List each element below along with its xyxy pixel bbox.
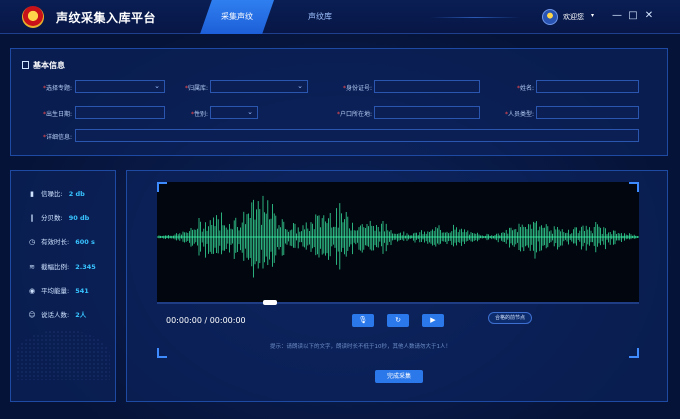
stat-clip-ratio: ≋ 截幅比例: 2.345 bbox=[29, 263, 96, 271]
playback-progress-track[interactable] bbox=[157, 302, 639, 304]
birth-date-input[interactable] bbox=[75, 106, 165, 119]
frame-corner-br bbox=[629, 348, 639, 358]
id-number-input[interactable] bbox=[374, 80, 480, 93]
record-button[interactable]: 🎙 bbox=[352, 314, 374, 327]
maximize-icon[interactable]: □ bbox=[626, 9, 640, 23]
name-label: *姓名: bbox=[516, 85, 534, 92]
birth-date-label: *出生日期: bbox=[42, 111, 72, 118]
household-label: *户口所在地: bbox=[336, 111, 372, 118]
chevron-down-icon: ⌄ bbox=[247, 108, 253, 116]
waveform-display bbox=[157, 182, 639, 302]
chevron-down-icon[interactable]: ▾ bbox=[591, 12, 594, 19]
details-input[interactable] bbox=[75, 129, 639, 142]
name-input[interactable] bbox=[536, 80, 639, 93]
topic-select[interactable]: ⌄ bbox=[75, 80, 165, 93]
person-type-input[interactable] bbox=[536, 106, 639, 119]
tab-collect-voiceprint[interactable]: 采集声纹 bbox=[200, 0, 274, 34]
frame-corner-bl bbox=[157, 348, 167, 358]
topic-label: *选择专题: bbox=[42, 85, 72, 92]
frame-corner-tr bbox=[629, 182, 639, 192]
chevron-down-icon: ⌄ bbox=[297, 82, 303, 90]
play-icon: ▶ bbox=[430, 316, 436, 324]
playback-progress-handle[interactable] bbox=[263, 300, 278, 305]
clock-icon: ◷ bbox=[28, 238, 36, 246]
waveform-icon: ‖ bbox=[30, 214, 34, 222]
mic-icon: 🎙 bbox=[358, 316, 368, 324]
document-icon bbox=[22, 61, 29, 69]
qualified-node-button[interactable]: 合格的前节点 bbox=[488, 312, 532, 324]
stat-energy: ◉ 平均能量: 541 bbox=[28, 287, 89, 295]
details-label: *详细信息: bbox=[42, 134, 72, 141]
frame-corner-tl bbox=[157, 182, 167, 192]
playback-time: 00:00:00 / 00:00:00 bbox=[166, 316, 246, 325]
refresh-icon: ↻ bbox=[395, 316, 401, 324]
stat-snr: ▮ 信噪比: 2 db bbox=[28, 188, 85, 198]
basic-info-title: 基本信息 bbox=[22, 60, 65, 71]
user-greeting[interactable]: 欢迎您 bbox=[563, 12, 584, 22]
stat-duration: ◷ 有效时长: 600 s bbox=[28, 238, 95, 246]
play-button[interactable]: ▶ bbox=[422, 314, 444, 327]
user-avatar[interactable] bbox=[542, 9, 558, 25]
id-number-label: *身份证号: bbox=[342, 85, 372, 92]
library-select[interactable]: ⌄ bbox=[210, 80, 308, 93]
police-badge-icon bbox=[22, 6, 44, 28]
decorative-dot-pattern bbox=[16, 330, 110, 380]
waveform-graph bbox=[157, 195, 639, 278]
minimize-icon[interactable]: — bbox=[610, 9, 624, 23]
stat-speakers: ☺ 说话人数: 2人 bbox=[28, 311, 87, 319]
close-icon[interactable]: ✕ bbox=[642, 9, 656, 23]
bar-chart-icon: ▮ bbox=[30, 190, 34, 198]
chevron-down-icon: ⌄ bbox=[154, 82, 160, 90]
layers-icon: ≋ bbox=[29, 263, 35, 271]
hint-text: 提示：请朗读以下的文字，朗读时长不低于10秒，其他人数请勿大于1人！ bbox=[270, 344, 452, 350]
gender-label: *性别: bbox=[190, 111, 208, 118]
app-title: 声纹采集入库平台 bbox=[56, 11, 157, 25]
gender-select[interactable]: ⌄ bbox=[210, 106, 258, 119]
header-divider bbox=[430, 17, 520, 18]
finish-collection-button[interactable]: 完成采集 bbox=[375, 370, 423, 383]
energy-icon: ◉ bbox=[28, 287, 36, 295]
people-icon: ☺ bbox=[28, 311, 36, 319]
tab-voiceprint-library[interactable]: 声纹库 bbox=[290, 0, 350, 34]
person-type-label: *人员类型: bbox=[504, 111, 534, 118]
library-label: *归属库: bbox=[184, 85, 208, 92]
household-input[interactable] bbox=[374, 106, 480, 119]
app-header: 声纹采集入库平台 采集声纹 声纹库 欢迎您 ▾ — □ ✕ bbox=[0, 0, 680, 34]
stat-decibel: ‖ 分贝数: 90 db bbox=[28, 212, 89, 222]
reset-button[interactable]: ↻ bbox=[387, 314, 409, 327]
